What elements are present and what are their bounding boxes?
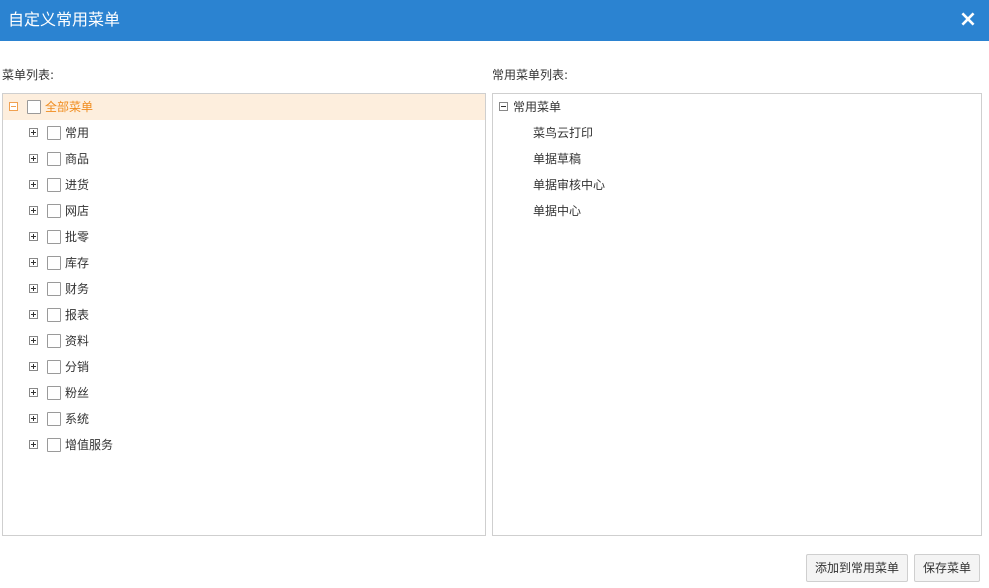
checkbox[interactable] xyxy=(47,386,61,400)
tree-item-fensi[interactable]: 粉丝 xyxy=(3,380,485,406)
tree-item-label: 财务 xyxy=(65,282,90,296)
expand-icon[interactable] xyxy=(29,284,38,293)
tree-item-label: 常用 xyxy=(65,126,90,140)
common-menu-item[interactable]: 单据中心 xyxy=(493,198,981,224)
common-menu-tree-panel: 常用菜单 菜鸟云打印 单据草稿 单据审核中心 单据中心 xyxy=(492,93,982,536)
common-menu-item-label: 单据审核中心 xyxy=(533,178,606,192)
checkbox[interactable] xyxy=(27,100,41,114)
checkbox[interactable] xyxy=(47,334,61,348)
tree-item-label: 资料 xyxy=(65,334,90,348)
save-menu-button[interactable]: 保存菜单 xyxy=(914,554,980,582)
expand-icon[interactable] xyxy=(29,440,38,449)
expand-icon[interactable] xyxy=(29,206,38,215)
expand-icon[interactable] xyxy=(29,180,38,189)
tree-item-label: 进货 xyxy=(65,178,90,192)
common-menu-item-label: 单据中心 xyxy=(533,204,582,218)
tree-root-all-menus[interactable]: 全部菜单 xyxy=(3,94,485,120)
checkbox[interactable] xyxy=(47,230,61,244)
tree-item-label: 增值服务 xyxy=(65,438,114,452)
checkbox[interactable] xyxy=(47,126,61,140)
expand-icon[interactable] xyxy=(29,362,38,371)
tree-item-label: 分销 xyxy=(65,360,90,374)
checkbox[interactable] xyxy=(47,204,61,218)
checkbox[interactable] xyxy=(47,308,61,322)
tree-item-fenxiao[interactable]: 分销 xyxy=(3,354,485,380)
checkbox[interactable] xyxy=(47,282,61,296)
dialog-title: 自定义常用菜单 xyxy=(8,10,121,29)
checkbox[interactable] xyxy=(47,438,61,452)
tree-item-wangdian[interactable]: 网店 xyxy=(3,198,485,224)
checkbox[interactable] xyxy=(47,360,61,374)
tree-item-label: 网店 xyxy=(65,204,90,218)
checkbox[interactable] xyxy=(47,178,61,192)
tree-root-common-menus[interactable]: 常用菜单 xyxy=(493,94,981,120)
expand-icon[interactable] xyxy=(29,414,38,423)
close-icon[interactable]: × xyxy=(957,9,979,31)
tree-item-label: 粉丝 xyxy=(65,386,90,400)
tree-item-label: 批零 xyxy=(65,230,90,244)
tree-item-shangpin[interactable]: 商品 xyxy=(3,146,485,172)
expand-icon[interactable] xyxy=(29,336,38,345)
expand-icon[interactable] xyxy=(29,258,38,267)
common-menu-list-label: 常用菜单列表: xyxy=(492,68,569,82)
tree-item-jinhuo[interactable]: 进货 xyxy=(3,172,485,198)
expand-icon[interactable] xyxy=(29,388,38,397)
menu-list-label: 菜单列表: xyxy=(2,68,55,82)
expand-icon[interactable] xyxy=(29,232,38,241)
checkbox[interactable] xyxy=(47,412,61,426)
tree-item-caiwu[interactable]: 财务 xyxy=(3,276,485,302)
common-menu-item[interactable]: 菜鸟云打印 xyxy=(493,120,981,146)
checkbox[interactable] xyxy=(47,152,61,166)
tree-item-baobiao[interactable]: 报表 xyxy=(3,302,485,328)
dialog-titlebar: 自定义常用菜单 × xyxy=(0,0,989,41)
menu-tree-panel: 全部菜单 常用 商品 进货 网店 批零 库存 财务 报表 资料 分销 粉丝 系统… xyxy=(2,93,486,536)
add-to-common-menu-button[interactable]: 添加到常用菜单 xyxy=(806,554,908,582)
tree-item-label: 商品 xyxy=(65,152,90,166)
checkbox[interactable] xyxy=(47,256,61,270)
tree-item-zengzhi[interactable]: 增值服务 xyxy=(3,432,485,458)
tree-item-piling[interactable]: 批零 xyxy=(3,224,485,250)
expand-icon[interactable] xyxy=(29,128,38,137)
tree-item-kucun[interactable]: 库存 xyxy=(3,250,485,276)
tree-item-ziliao[interactable]: 资料 xyxy=(3,328,485,354)
tree-item-xitong[interactable]: 系统 xyxy=(3,406,485,432)
tree-root-label: 全部菜单 xyxy=(45,100,94,114)
tree-item-label: 系统 xyxy=(65,412,90,426)
tree-item-changyong[interactable]: 常用 xyxy=(3,120,485,146)
common-menu-item[interactable]: 单据草稿 xyxy=(493,146,981,172)
common-menu-item-label: 单据草稿 xyxy=(533,152,582,166)
tree-item-label: 库存 xyxy=(65,256,90,270)
collapse-icon[interactable] xyxy=(9,102,18,111)
collapse-icon[interactable] xyxy=(499,102,508,111)
tree-root-label: 常用菜单 xyxy=(513,100,562,114)
expand-icon[interactable] xyxy=(29,310,38,319)
common-menu-item-label: 菜鸟云打印 xyxy=(533,126,594,140)
common-menu-item[interactable]: 单据审核中心 xyxy=(493,172,981,198)
expand-icon[interactable] xyxy=(29,154,38,163)
tree-item-label: 报表 xyxy=(65,308,90,322)
